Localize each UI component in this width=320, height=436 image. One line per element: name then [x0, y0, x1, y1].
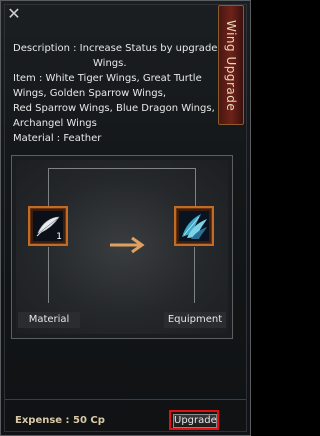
- equipment-slot[interactable]: [174, 206, 214, 246]
- window-title: Wing Upgrade: [224, 20, 238, 112]
- tree-line-top: [48, 168, 196, 207]
- material-quantity: 1: [56, 232, 62, 242]
- description-line: Description : Increase Status by upgrade: [13, 43, 218, 54]
- blue-wings-icon: [179, 211, 209, 241]
- item-line: Archangel Wings: [13, 118, 97, 129]
- material-label: Material: [18, 312, 80, 328]
- right-arrow-icon: [108, 235, 150, 255]
- equipment-connector: [194, 247, 195, 303]
- description-line: Wings.: [93, 58, 127, 69]
- item-line: Item : White Tiger Wings, Great Turtle: [13, 73, 202, 84]
- material-connector: [48, 247, 49, 303]
- footer-divider: [5, 399, 246, 400]
- close-icon: ✕: [7, 4, 21, 23]
- item-line: Red Sparrow Wings, Blue Dragon Wings,: [13, 103, 215, 114]
- upgrade-button-label: Upgrade: [173, 414, 217, 428]
- item-line: Wings, Golden Sparrow Wings,: [13, 88, 167, 99]
- recipe-panel-inner: 1 Material Equipment: [16, 160, 228, 334]
- recipe-panel: 1 Material Equipment: [11, 155, 233, 339]
- wing-upgrade-window: ✕ Wing Upgrade Description : Increase St…: [0, 0, 251, 436]
- expense-text: Expense : 50 Cp: [15, 415, 105, 426]
- material-line: Material : Feather: [13, 133, 102, 144]
- close-button[interactable]: ✕: [7, 4, 21, 23]
- material-slot[interactable]: 1: [28, 206, 68, 246]
- equipment-label: Equipment: [164, 312, 226, 328]
- upgrade-button[interactable]: Upgrade: [169, 410, 219, 430]
- description-text: Description : Increase Status by upgrade…: [13, 41, 223, 146]
